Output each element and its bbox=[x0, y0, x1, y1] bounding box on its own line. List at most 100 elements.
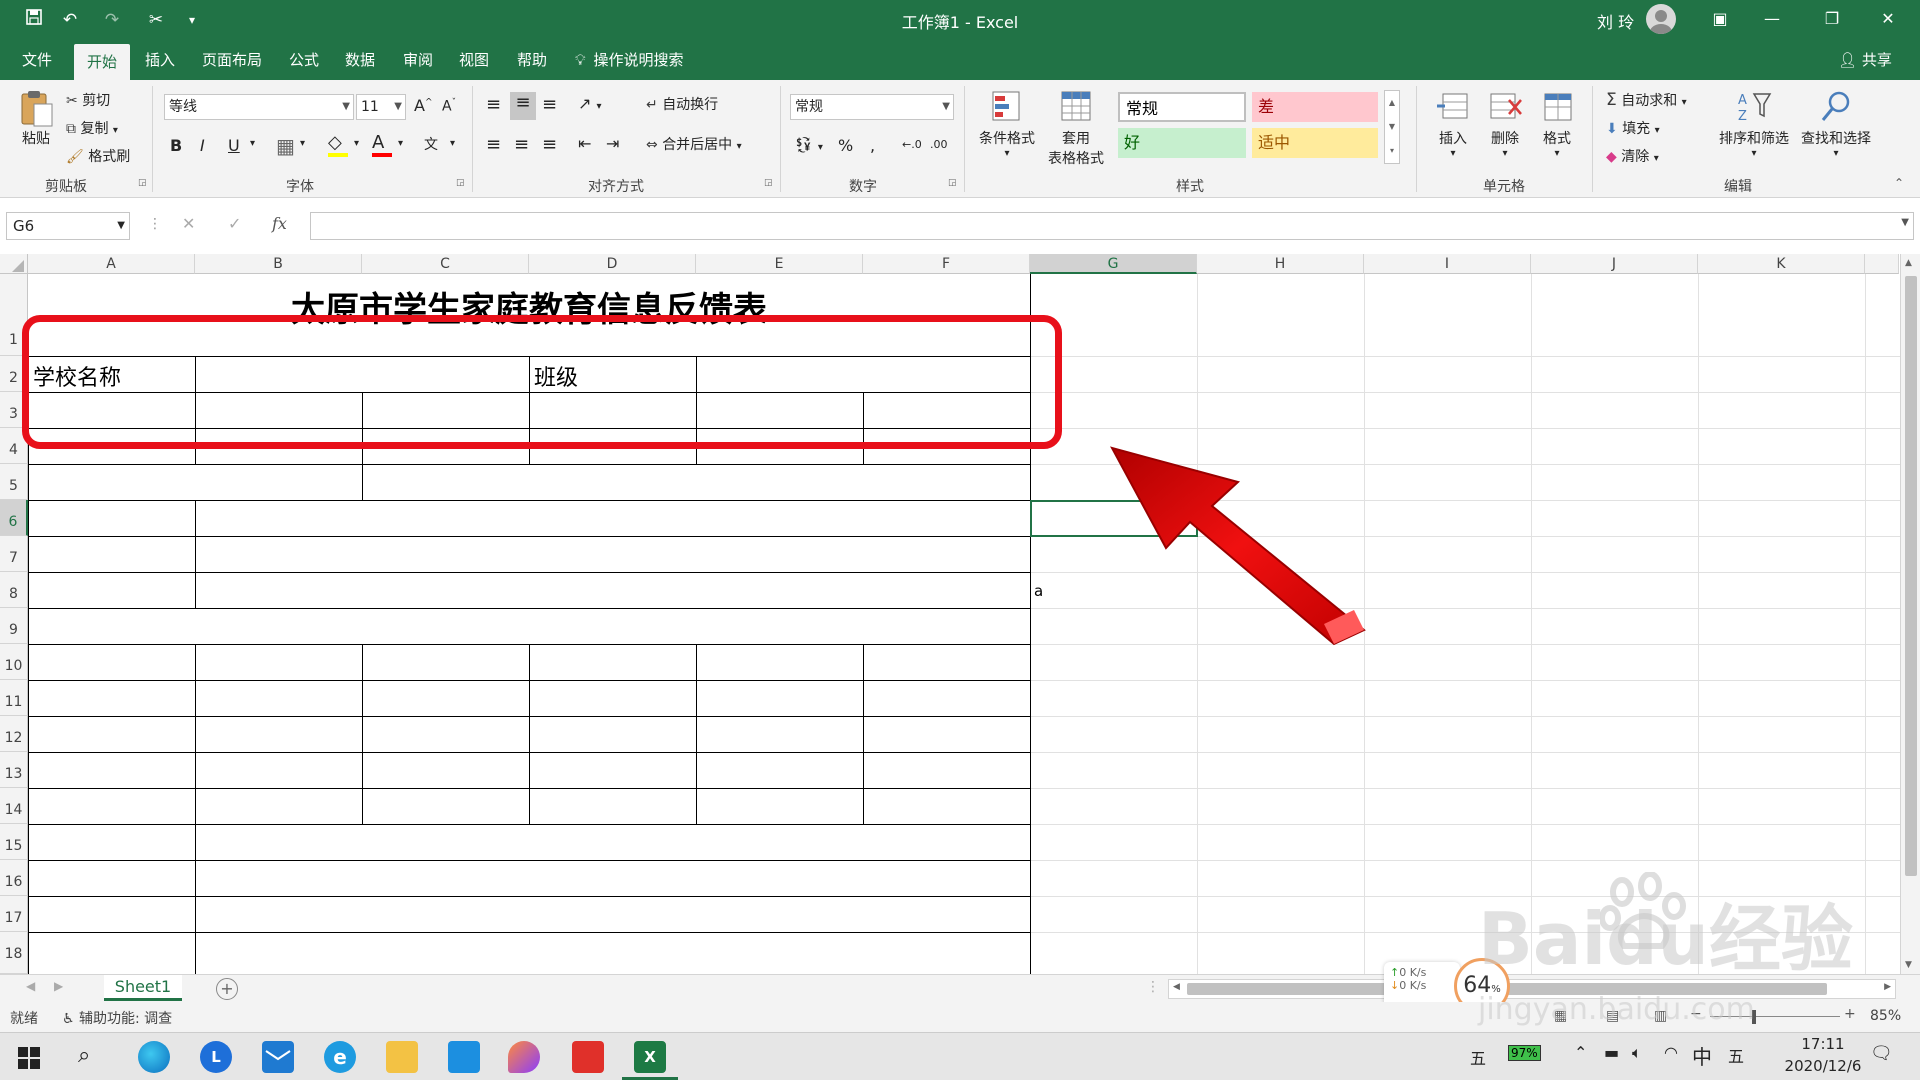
merge-center-button[interactable]: ⇔ 合并后居中 ▾ bbox=[646, 134, 742, 154]
column-header[interactable]: G bbox=[1030, 254, 1197, 274]
avatar[interactable] bbox=[1646, 4, 1676, 34]
align-top-icon[interactable]: ≡ bbox=[486, 94, 501, 115]
tab-review[interactable]: 审阅 bbox=[394, 40, 442, 80]
font-size-select[interactable]: 11 ▼ bbox=[356, 94, 406, 120]
excel-taskbar-icon[interactable]: X bbox=[634, 1041, 666, 1073]
decrease-decimal-icon[interactable]: .00 bbox=[930, 138, 948, 151]
clock-time[interactable]: 17:11 bbox=[1788, 1035, 1858, 1053]
column-header[interactable]: H bbox=[1197, 254, 1364, 274]
ime-status[interactable]: 五 bbox=[1470, 1045, 1486, 1069]
format-cells-button[interactable]: 格式 ▾ bbox=[1532, 88, 1582, 159]
column-header[interactable]: A bbox=[28, 254, 195, 274]
find-select-button[interactable]: 查找和选择 ▾ bbox=[1796, 88, 1876, 159]
column-header[interactable]: F bbox=[863, 254, 1030, 274]
align-center-icon[interactable]: ≡ bbox=[514, 134, 529, 155]
edge-icon[interactable] bbox=[138, 1041, 170, 1073]
autosum-button[interactable]: Σ 自动求和 ▾ bbox=[1606, 90, 1687, 110]
share-button[interactable]: 👤︎ 共享 bbox=[1838, 40, 1892, 80]
collapse-ribbon-icon[interactable]: ⌃ bbox=[1894, 176, 1904, 190]
row-header[interactable]: 11 bbox=[0, 680, 28, 716]
accessibility-status[interactable]: ♿︎ 辅助功能: 调查 bbox=[62, 1008, 172, 1028]
insert-function-icon[interactable]: fx bbox=[272, 214, 287, 233]
column-header[interactable]: K bbox=[1698, 254, 1865, 274]
align-bottom-icon[interactable]: ≡ bbox=[542, 94, 557, 115]
sort-filter-button[interactable]: AZ 排序和筛选 ▾ bbox=[1714, 88, 1794, 159]
style-bad[interactable]: 差 bbox=[1252, 92, 1378, 122]
cell-g8[interactable]: a bbox=[1034, 582, 1043, 600]
ie-icon[interactable]: e bbox=[324, 1041, 356, 1073]
row-header[interactable]: 13 bbox=[0, 752, 28, 788]
tab-data[interactable]: 数据 bbox=[336, 40, 384, 80]
font-color-icon[interactable]: A bbox=[372, 132, 392, 157]
zoom-level[interactable]: 85% bbox=[1870, 1008, 1901, 1024]
formula-input[interactable]: ▼ bbox=[310, 212, 1914, 240]
increase-decimal-icon[interactable]: ←.0 bbox=[902, 138, 922, 151]
chevron-down-icon[interactable]: ▾ bbox=[450, 138, 455, 149]
ime-language[interactable]: 中 bbox=[1692, 1041, 1712, 1070]
next-sheet-icon[interactable]: ▶ bbox=[54, 979, 63, 993]
select-all-corner[interactable] bbox=[0, 254, 28, 274]
prev-sheet-icon[interactable]: ◀ bbox=[26, 979, 35, 993]
tab-view[interactable]: 视图 bbox=[450, 40, 498, 80]
minimize-icon[interactable]: — bbox=[1752, 4, 1792, 34]
conditional-format-button[interactable]: 条件格式 ▾ bbox=[972, 88, 1042, 159]
row-header[interactable]: 8 bbox=[0, 572, 28, 608]
number-format-select[interactable]: 常规 ▼ bbox=[790, 94, 954, 120]
chevron-down-icon[interactable]: ▾ bbox=[354, 138, 359, 149]
column-header[interactable]: B bbox=[195, 254, 362, 274]
dialog-launcher-icon[interactable]: ◲ bbox=[456, 178, 465, 188]
align-left-icon[interactable]: ≡ bbox=[486, 134, 501, 155]
network-icon[interactable]: ◠ bbox=[1664, 1043, 1678, 1062]
decrease-font-icon[interactable]: Aˇ bbox=[442, 98, 456, 115]
scroll-left-icon[interactable]: ◀ bbox=[1173, 982, 1180, 992]
file-explorer-icon[interactable] bbox=[386, 1041, 418, 1073]
dialog-launcher-icon[interactable]: ◲ bbox=[138, 178, 147, 188]
row-header[interactable]: 7 bbox=[0, 536, 28, 572]
comma-icon[interactable]: , bbox=[870, 136, 875, 155]
tab-insert[interactable]: 插入 bbox=[136, 40, 184, 80]
tell-me-search[interactable]: 💡︎ 操作说明搜索 bbox=[575, 40, 684, 80]
orientation-icon[interactable]: ↗ ▾ bbox=[578, 94, 602, 113]
tab-formulas[interactable]: 公式 bbox=[280, 40, 328, 80]
scroll-down-icon[interactable]: ▼ bbox=[1905, 960, 1912, 970]
increase-indent-icon[interactable]: ⇥ bbox=[606, 134, 619, 153]
clear-button[interactable]: ◆ 清除 ▾ bbox=[1606, 146, 1659, 166]
app-l-icon[interactable]: L bbox=[200, 1041, 232, 1073]
clock-date[interactable]: 2020/12/6 bbox=[1780, 1057, 1866, 1075]
border-icon[interactable]: ▦ bbox=[276, 134, 295, 158]
column-header[interactable]: J bbox=[1531, 254, 1698, 274]
row-header[interactable]: 14 bbox=[0, 788, 28, 824]
add-sheet-icon[interactable]: + bbox=[216, 978, 238, 1000]
windows-start-icon[interactable] bbox=[18, 1047, 40, 1069]
decrease-indent-icon[interactable]: ⇤ bbox=[578, 134, 591, 153]
insert-cells-button[interactable]: 插入 ▾ bbox=[1428, 88, 1478, 159]
row-header[interactable]: 5 bbox=[0, 464, 28, 500]
tab-file[interactable]: 文件 bbox=[10, 40, 64, 80]
scroll-right-icon[interactable]: ▶ bbox=[1884, 982, 1891, 992]
row-header[interactable]: 12 bbox=[0, 716, 28, 752]
percent-icon[interactable]: % bbox=[838, 136, 853, 155]
worksheet-grid[interactable]: A B C D E F G H I J K 1 2 3 4 5 6 7 8 9 … bbox=[0, 254, 1920, 974]
bold-icon[interactable]: B bbox=[170, 136, 182, 155]
wrap-text-button[interactable]: ↵ 自动换行 bbox=[646, 94, 718, 114]
enter-icon[interactable]: ✓ bbox=[228, 214, 241, 233]
mail-icon[interactable] bbox=[262, 1041, 294, 1073]
battery-icon[interactable]: ▬ bbox=[1604, 1043, 1619, 1062]
align-right-icon[interactable]: ≡ bbox=[542, 134, 557, 155]
volume-icon[interactable]: 🔈︎ bbox=[1632, 1043, 1642, 1063]
column-header[interactable]: C bbox=[362, 254, 529, 274]
cancel-icon[interactable]: ✕ bbox=[182, 214, 195, 233]
row-header[interactable]: 9 bbox=[0, 608, 28, 644]
dialog-launcher-icon[interactable]: ◲ bbox=[764, 178, 773, 188]
underline-icon[interactable]: U bbox=[228, 136, 240, 155]
italic-icon[interactable]: I bbox=[200, 136, 205, 155]
row-header[interactable]: 17 bbox=[0, 896, 28, 932]
close-icon[interactable]: ✕ bbox=[1868, 4, 1908, 34]
tab-help[interactable]: 帮助 bbox=[508, 40, 556, 80]
ribbon-display-icon[interactable]: ▣ bbox=[1700, 4, 1740, 34]
styles-scroll[interactable]: ▲ ▼ ▾ bbox=[1384, 90, 1400, 164]
battery-status[interactable]: 97% bbox=[1508, 1045, 1541, 1061]
phonetic-icon[interactable]: 文 bbox=[424, 134, 438, 154]
format-painter-button[interactable]: 🖌︎ 格式刷 bbox=[66, 146, 130, 166]
name-box[interactable]: G6 ▼ bbox=[6, 212, 130, 240]
